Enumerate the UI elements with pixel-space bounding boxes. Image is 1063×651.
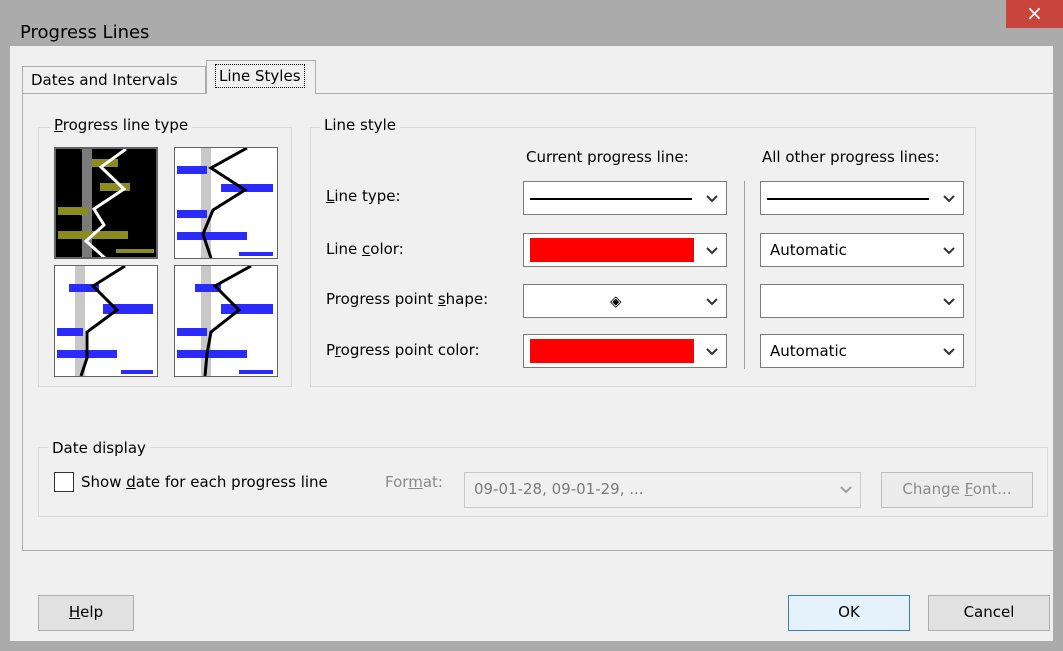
progress-point-color-label: Progress point color:	[326, 341, 480, 359]
close-icon: ×	[1026, 1, 1043, 25]
other-point-color-select[interactable]: Automatic	[760, 334, 964, 368]
chevron-down-icon	[943, 298, 955, 306]
line-style-legend: Line style	[320, 116, 400, 134]
chevron-down-icon	[706, 247, 718, 255]
line-color-label: Line color:	[326, 240, 404, 258]
column-divider	[744, 181, 745, 369]
date-format-select[interactable]: 09-01-28, 09-01-29, ...	[464, 472, 861, 508]
tab-label: Dates and Intervals	[31, 71, 178, 89]
select-value: 09-01-28, 09-01-29, ...	[474, 480, 644, 498]
chevron-down-icon	[706, 195, 718, 203]
current-point-shape-select[interactable]: ◈	[523, 284, 727, 318]
chevron-down-icon	[840, 486, 852, 494]
line-sample	[530, 198, 692, 200]
current-line-type-select[interactable]	[523, 181, 727, 215]
select-value: Automatic	[770, 241, 847, 259]
line-sample	[767, 198, 929, 200]
current-progress-line-header: Current progress line:	[526, 148, 689, 166]
progress-line-type-option-2[interactable]	[174, 147, 278, 259]
progress-line-type-option-3[interactable]	[54, 265, 158, 377]
progress-point-shape-label: Progress point shape:	[326, 290, 489, 308]
other-line-type-select[interactable]	[760, 181, 964, 215]
window-title: Progress Lines	[20, 22, 150, 43]
chevron-down-icon	[943, 348, 955, 356]
format-label: Format:	[385, 473, 443, 491]
change-font-button[interactable]: Change Font...	[881, 472, 1033, 508]
tab-label: Line Styles	[215, 64, 305, 88]
select-value: Automatic	[770, 342, 847, 360]
close-button[interactable]: ×	[1006, 0, 1063, 28]
ok-button[interactable]: OK	[788, 595, 910, 631]
progress-line-type-legend: Progress line type	[50, 116, 193, 134]
chevron-down-icon	[706, 348, 718, 356]
other-point-shape-select[interactable]	[760, 284, 964, 318]
show-date-checkbox[interactable]	[54, 472, 74, 492]
progress-line-type-option-1[interactable]	[54, 147, 158, 259]
chevron-down-icon	[706, 298, 718, 306]
current-line-color-select[interactable]	[523, 233, 727, 267]
other-line-color-select[interactable]: Automatic	[760, 233, 964, 267]
chevron-down-icon	[943, 247, 955, 255]
progress-line-type-option-4[interactable]	[174, 265, 278, 377]
color-swatch	[530, 238, 694, 262]
color-swatch	[530, 339, 694, 363]
cancel-button[interactable]: Cancel	[928, 595, 1050, 631]
show-date-label[interactable]: Show date for each progress line	[81, 473, 328, 491]
tab-line-styles[interactable]: Line Styles	[206, 60, 316, 94]
date-display-legend: Date display	[48, 439, 150, 457]
title-bar: Progress Lines ×	[0, 0, 1063, 46]
line-type-label: Line type:	[326, 187, 401, 205]
chevron-down-icon	[943, 195, 955, 203]
diamond-point-icon: ◈	[610, 292, 622, 310]
other-progress-lines-header: All other progress lines:	[762, 148, 940, 166]
tab-dates-and-intervals[interactable]: Dates and Intervals	[22, 66, 206, 94]
current-point-color-select[interactable]	[523, 334, 727, 368]
help-button[interactable]: Help	[38, 595, 134, 631]
